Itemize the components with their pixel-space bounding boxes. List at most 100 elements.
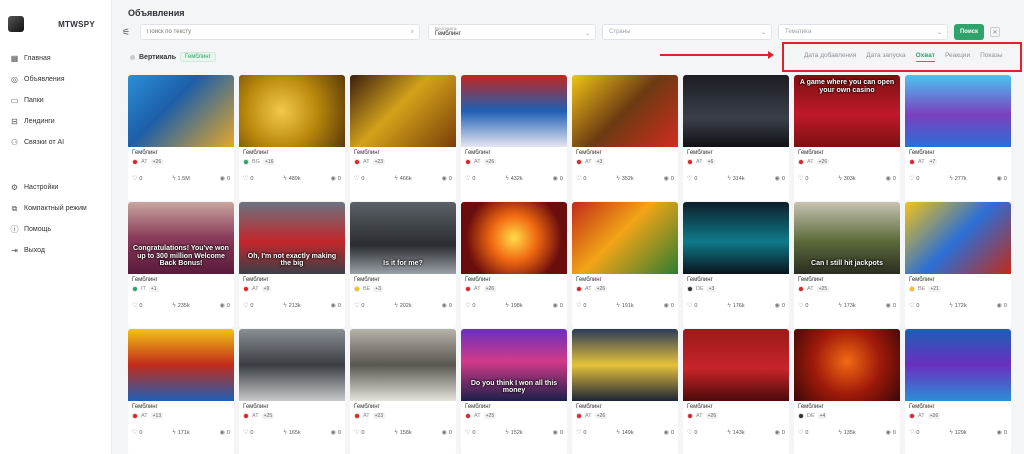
ad-card[interactable]: Is it for me? Гемблинг BE +3 ♡ 0 ϟ 202k ◉ 0 [350,202,456,328]
ad-card[interactable]: Гемблинг AT +26 ♡ 0 ϟ 432k ◉ 0 [461,75,567,201]
ad-thumbnail[interactable] [905,75,1011,147]
more-countries-badge[interactable]: +26 [483,286,497,292]
ad-thumbnail[interactable] [461,202,567,274]
ad-thumbnail[interactable] [572,75,678,147]
ad-card[interactable]: Гемблинг AT +26 ♡ 0 ϟ 143k ◉ 0 [683,329,789,454]
sidebar-item-logout[interactable]: ⇥ Выход [0,240,111,261]
ad-thumbnail[interactable] [683,202,789,274]
more-countries-badge[interactable]: +26 [927,413,941,419]
more-countries-badge[interactable]: +3 [706,286,717,292]
ad-card[interactable]: Do you think I won all this money Гемблин… [461,329,567,454]
ad-thumbnail[interactable] [128,329,234,401]
ad-card[interactable]: A game where you can open your own casin… [794,75,900,201]
ad-card[interactable]: Can I still hit jackpots Гемблинг AT +25 ♡ 0 ϟ… [794,202,900,328]
ad-card[interactable]: Гемблинг AT +26 ♡ 0 ϟ 198k ◉ 0 [461,202,567,328]
sidebar-item-gear[interactable]: ⚙ Настройки [0,177,111,198]
ad-thumbnail[interactable] [350,75,456,147]
ad-thumbnail[interactable] [572,202,678,274]
ad-thumbnail[interactable] [239,75,345,147]
sidebar-item-grid[interactable]: ▦ Главная [0,48,111,69]
active-filter-tag[interactable]: Гемблинг [180,52,216,62]
ad-card[interactable]: Гемблинг AT +25 ♡ 0 ϟ 165k ◉ 0 [239,329,345,454]
brand[interactable]: MTWSPY [0,0,111,36]
ad-card[interactable]: Гемблинг BG +16 ♡ 0 ϟ 489k ◉ 0 [239,75,345,201]
more-countries-badge[interactable]: +26 [705,413,719,419]
sidebar-item-link[interactable]: ⚇ Связки от AI [0,132,111,153]
sidebar-item-compact[interactable]: ⧉ Компактный режим [0,198,111,219]
more-countries-badge[interactable]: +23 [372,413,386,419]
ad-card[interactable]: Гемблинг DE +3 ♡ 0 ϟ 176k ◉ 0 [683,202,789,328]
ad-card[interactable]: Гемблинг AT +26 ♡ 0 ϟ 149k ◉ 0 [572,329,678,454]
search-button[interactable]: Поиск [954,24,984,40]
sort-tab[interactable]: Дата добавления [804,52,856,62]
vertical-select[interactable]: Вертикаль Гемблинг ⌄ [428,24,596,40]
ad-thumbnail[interactable] [572,329,678,401]
ad-card[interactable]: Гемблинг AT +26 ♡ 0 ϟ 129k ◉ 0 [905,329,1011,454]
sidebar-item-briefcase[interactable]: ⊟ Лендинги [0,111,111,132]
ad-card[interactable]: Гемблинг BE +21 ♡ 0 ϟ 172k ◉ 0 [905,202,1011,328]
ad-card[interactable]: Гемблинг DE +4 ♡ 0 ϟ 135k ◉ 0 [794,329,900,454]
ad-card[interactable]: Гемблинг AT +7 ♡ 0 ϟ 277k ◉ 0 [905,75,1011,201]
sort-tab[interactable]: Показы [980,52,1002,62]
ad-thumbnail[interactable] [683,329,789,401]
sort-tab[interactable]: Реакции [945,52,970,62]
ad-thumbnail[interactable] [905,329,1011,401]
more-countries-badge[interactable]: +16 [262,159,276,165]
logo-icon [8,16,24,32]
ad-card[interactable]: Гемблинг AT +13 ♡ 0 ϟ 171k ◉ 0 [128,329,234,454]
more-countries-badge[interactable]: +3 [594,159,605,165]
more-countries-badge[interactable]: +25 [483,413,497,419]
countries-select[interactable]: Страны ⌄ [602,24,772,40]
ad-thumbnail[interactable] [128,75,234,147]
sidebar-item-label: Настройки [24,184,59,191]
sidebar-item-compass[interactable]: ◎ Объявления [0,69,111,90]
more-countries-badge[interactable]: +26 [594,413,608,419]
more-countries-badge[interactable]: +25 [261,413,275,419]
more-countries-badge[interactable]: +26 [150,159,164,165]
ad-thumbnail[interactable] [683,75,789,147]
more-countries-badge[interactable]: +21 [928,286,941,292]
more-countries-badge[interactable]: +7 [927,159,938,165]
more-countries-badge[interactable]: +25 [816,286,830,292]
ad-card[interactable]: Гемблинг AT +23 ♡ 0 ϟ 158k ◉ 0 [350,329,456,454]
more-countries-badge[interactable]: +3 [373,286,384,292]
ad-thumbnail[interactable]: Oh, I'm not exactly making the big [239,202,345,274]
ad-thumbnail[interactable] [794,329,900,401]
ad-card[interactable]: Congratulations! You've won up to 300 mi… [128,202,234,328]
ad-thumbnail[interactable]: Can I still hit jackpots [794,202,900,274]
sort-tab[interactable]: Дата запуска [866,52,905,62]
heart-icon: ♡ [798,303,804,309]
ad-card[interactable]: Гемблинг AT +26 ♡ 0 ϟ 1.5M ◉ 0 [128,75,234,201]
ad-thumbnail[interactable]: Do you think I won all this money [461,329,567,401]
ad-thumbnail[interactable] [461,75,567,147]
sidebar-item-folder[interactable]: ▭ Папки [0,90,111,111]
more-countries-badge[interactable]: +23 [372,159,386,165]
more-countries-badge[interactable]: +26 [483,159,497,165]
ad-thumbnail[interactable] [905,202,1011,274]
ad-card[interactable]: Гемблинг AT +3 ♡ 0 ϟ 352k ◉ 0 [572,75,678,201]
ad-card[interactable]: Гемблинг AT +26 ♡ 0 ϟ 191k ◉ 0 [572,202,678,328]
more-countries-badge[interactable]: +6 [705,159,716,165]
ad-card[interactable]: Oh, I'm not exactly making the big Гембли… [239,202,345,328]
search-field[interactable]: ⌕ [140,24,420,40]
topic-select[interactable]: Тематика ⌄ [778,24,948,40]
ad-thumbnail[interactable] [350,329,456,401]
search-input[interactable] [147,29,413,35]
ad-thumbnail[interactable]: Congratulations! You've won up to 300 mi… [128,202,234,274]
reset-filters-icon[interactable]: ✕ [990,27,1000,37]
ad-card[interactable]: Гемблинг AT +23 ♡ 0 ϟ 466k ◉ 0 [350,75,456,201]
more-countries-badge[interactable]: +13 [150,413,164,419]
sort-tab[interactable]: Охват [915,52,935,62]
ad-thumbnail[interactable] [239,329,345,401]
ad-thumbnail[interactable]: A game where you can open your own casin… [794,75,900,147]
ad-card[interactable]: Гемблинг AT +6 ♡ 0 ϟ 314k ◉ 0 [683,75,789,201]
more-countries-badge[interactable]: +9 [261,286,272,292]
filter-settings-icon[interactable]: ⚟ [118,24,134,40]
sidebar-item-help[interactable]: ⓘ Помощь [0,219,111,240]
more-countries-badge[interactable]: +26 [816,159,830,165]
more-countries-badge[interactable]: +1 [148,286,159,292]
annotation-arrow [660,51,774,59]
ad-thumbnail[interactable]: Is it for me? [350,202,456,274]
more-countries-badge[interactable]: +26 [594,286,608,292]
more-countries-badge[interactable]: +4 [817,413,828,419]
